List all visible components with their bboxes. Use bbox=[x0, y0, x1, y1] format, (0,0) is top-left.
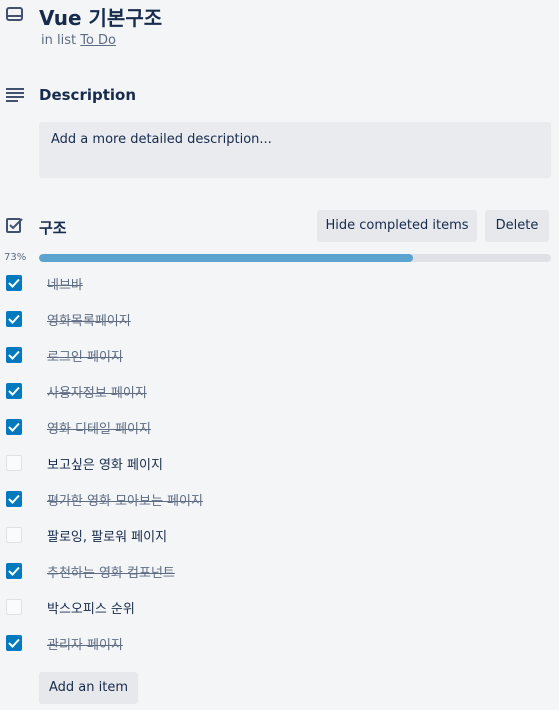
card-title[interactable]: Vue 기본구조 bbox=[39, 2, 162, 31]
checklist-item-label[interactable]: 추천하는 영화 컴포넌트 bbox=[47, 562, 175, 581]
checklist-title[interactable]: 구조 bbox=[39, 217, 67, 238]
checklist-item-checkbox[interactable] bbox=[6, 347, 22, 363]
add-item-button[interactable]: Add an item bbox=[39, 672, 138, 704]
checkmark-icon bbox=[8, 350, 20, 360]
checklist-item-checkbox[interactable] bbox=[6, 563, 22, 579]
checklist-item-checkbox[interactable] bbox=[6, 635, 22, 651]
checkmark-icon bbox=[8, 278, 20, 288]
checklist-item-label[interactable]: 박스오피스 순위 bbox=[47, 598, 135, 617]
progress-fill bbox=[39, 254, 413, 262]
checklist-item-label[interactable]: 로그인 페이지 bbox=[47, 346, 123, 365]
checklist-item-checkbox[interactable] bbox=[6, 491, 22, 507]
checklist-item-label[interactable]: 팔로잉, 팔로워 페이지 bbox=[47, 526, 167, 545]
checklist-item: 관리자 페이지 bbox=[0, 625, 559, 661]
checklist-item: 보고싶은 영화 페이지 bbox=[0, 445, 559, 481]
card-detail: Vue 기본구조 in list To Do Description Add a… bbox=[0, 0, 559, 710]
checklist-item-label[interactable]: 관리자 페이지 bbox=[47, 634, 123, 653]
checklist-item-checkbox[interactable] bbox=[6, 383, 22, 399]
description-title: Description bbox=[39, 86, 137, 104]
checklist-icon bbox=[6, 217, 23, 234]
description-icon bbox=[6, 87, 24, 102]
checkmark-icon bbox=[8, 494, 20, 504]
checklist-item-label[interactable]: 네브바 bbox=[47, 274, 83, 293]
checkmark-icon bbox=[8, 386, 20, 396]
checklist-item-label[interactable]: 평가한 영화 모아보는 페이지 bbox=[47, 490, 203, 509]
checklist-item-label[interactable]: 보고싶은 영화 페이지 bbox=[47, 454, 163, 473]
checkmark-icon bbox=[8, 314, 20, 324]
checklist-item-checkbox[interactable] bbox=[6, 599, 22, 615]
checklist-item-checkbox[interactable] bbox=[6, 419, 22, 435]
checklist-item-checkbox[interactable] bbox=[6, 527, 22, 543]
checklist-item-checkbox[interactable] bbox=[6, 275, 22, 291]
checkmark-icon bbox=[8, 422, 20, 432]
hide-completed-button[interactable]: Hide completed items bbox=[317, 210, 477, 242]
card-icon bbox=[6, 6, 23, 21]
progress-percent: 73% bbox=[4, 252, 27, 263]
checklist-item: 박스오피스 순위 bbox=[0, 589, 559, 625]
description-input[interactable]: Add a more detailed description... bbox=[39, 122, 551, 178]
checklist-item-checkbox[interactable] bbox=[6, 311, 22, 327]
checklist-item-label[interactable]: 사용자정보 페이지 bbox=[47, 382, 147, 401]
checklist-item: 영화 디테일 페이지 bbox=[0, 409, 559, 445]
in-list-info: in list To Do bbox=[41, 33, 116, 48]
in-list-prefix: in list bbox=[41, 33, 77, 48]
list-link[interactable]: To Do bbox=[80, 33, 116, 48]
checkmark-icon bbox=[8, 566, 20, 576]
checklist-item: 사용자정보 페이지 bbox=[0, 373, 559, 409]
checkmark-icon bbox=[8, 638, 20, 648]
checklist-item: 추천하는 영화 컴포넌트 bbox=[0, 553, 559, 589]
checklist-item-label[interactable]: 영화 디테일 페이지 bbox=[47, 418, 151, 437]
checklist-item: 영화목록페이지 bbox=[0, 301, 559, 337]
checklist-item: 네브바 bbox=[0, 265, 559, 301]
checklist-item: 평가한 영화 모아보는 페이지 bbox=[0, 481, 559, 517]
checklist-item-checkbox[interactable] bbox=[6, 455, 22, 471]
checklist-item: 팔로잉, 팔로워 페이지 bbox=[0, 517, 559, 553]
checklist-item-label[interactable]: 영화목록페이지 bbox=[47, 310, 131, 329]
progress-bar bbox=[39, 254, 551, 262]
delete-checklist-button[interactable]: Delete bbox=[485, 210, 549, 242]
checklist-item: 로그인 페이지 bbox=[0, 337, 559, 373]
